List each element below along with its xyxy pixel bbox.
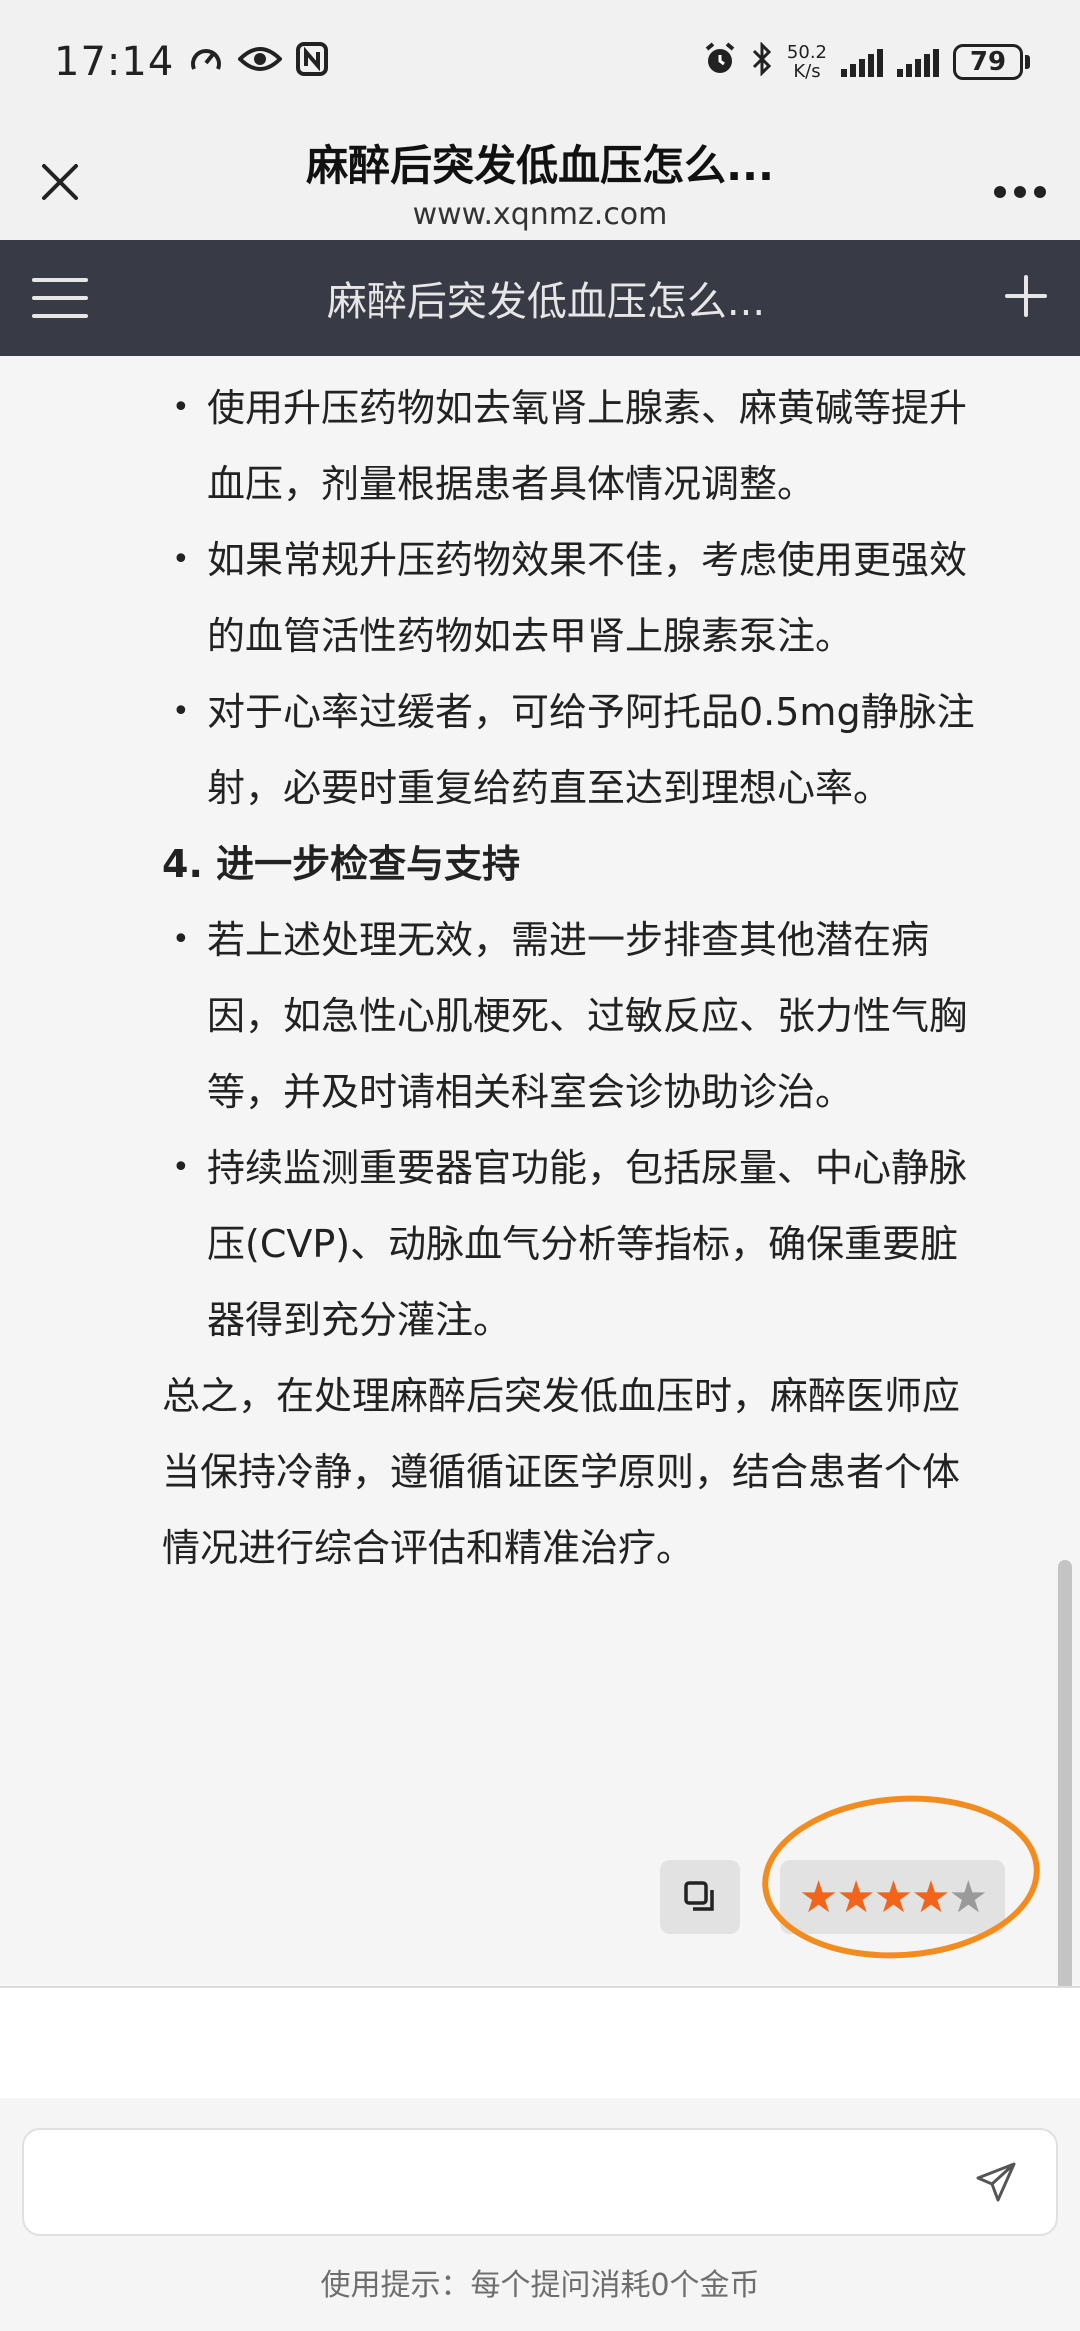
menu-icon[interactable] [32, 278, 88, 318]
speedometer-icon [188, 41, 224, 84]
battery-icon: 79 [953, 44, 1030, 80]
list-item: 使用升压药物如去氧肾上腺素、麻黄碱等提升血压，剂量根据患者具体情况调整。 [162, 370, 992, 522]
signal-strength-icon [841, 47, 883, 77]
list-item: 如果常规升压药物效果不佳，考虑使用更强效的血管活性药物如去甲肾上腺素泵注。 [162, 522, 992, 674]
signal-strength-icon-2 [897, 47, 939, 77]
question-input[interactable] [54, 2161, 966, 2203]
section-heading: 4. 进一步检查与支持 [162, 842, 521, 886]
eye-icon [237, 43, 284, 82]
browser-header: 麻醉后突发低血压怎么... www.xqnmz.com [0, 124, 1080, 240]
bluetooth-icon [751, 40, 773, 83]
list-item: 持续监测重要器官功能，包括尿量、中心静脉压(CVP)、动脉血气分析等指标，确保重… [162, 1130, 992, 1358]
more-options-button[interactable] [990, 153, 1050, 211]
page-title: 麻醉后突发低血压怎么... [306, 141, 774, 190]
copy-icon [684, 1881, 714, 1911]
page-url: www.xqnmz.com [412, 197, 668, 232]
plus-icon [1005, 275, 1047, 317]
site-nav-bar: 麻醉后突发低血压怎么... [0, 240, 1080, 356]
send-icon [976, 2162, 1016, 2202]
more-dots-icon [994, 186, 1046, 198]
nfc-icon [296, 41, 329, 83]
chat-input-box [22, 2128, 1058, 2236]
alarm-icon [703, 41, 737, 83]
network-speed: 50.2 K/s [786, 42, 827, 82]
close-button[interactable] [30, 152, 90, 212]
answer-content: 使用升压药物如去氧肾上腺素、麻黄碱等提升血压，剂量根据患者具体情况调整。 如果常… [0, 356, 1080, 1988]
usage-hint: 使用提示：每个提问消耗0个金币 [320, 2268, 760, 2303]
summary-paragraph: 总之，在处理麻醉后突发低血压时，麻醉医师应当保持冷静，遵循循证医学原则，结合患者… [162, 1374, 961, 1570]
site-title: 麻醉后突发低血压怎么... [326, 279, 766, 325]
status-bar: 17:14 50.2 K/s 79 [0, 0, 1080, 124]
list-item: 对于心率过缓者，可给予阿托品0.5mg静脉注射，必要时重复给药直至达到理想心率。 [162, 674, 992, 826]
send-button[interactable] [966, 2152, 1026, 2212]
close-icon [42, 164, 78, 200]
status-time: 17:14 [54, 39, 175, 85]
copy-button[interactable] [660, 1860, 740, 1934]
list-item: 若上述处理无效，需进一步排查其他潜在病因，如急性心肌梗死、过敏反应、张力性气胸等… [162, 902, 992, 1130]
battery-level: 79 [953, 44, 1023, 80]
new-chat-button[interactable] [1004, 268, 1048, 328]
